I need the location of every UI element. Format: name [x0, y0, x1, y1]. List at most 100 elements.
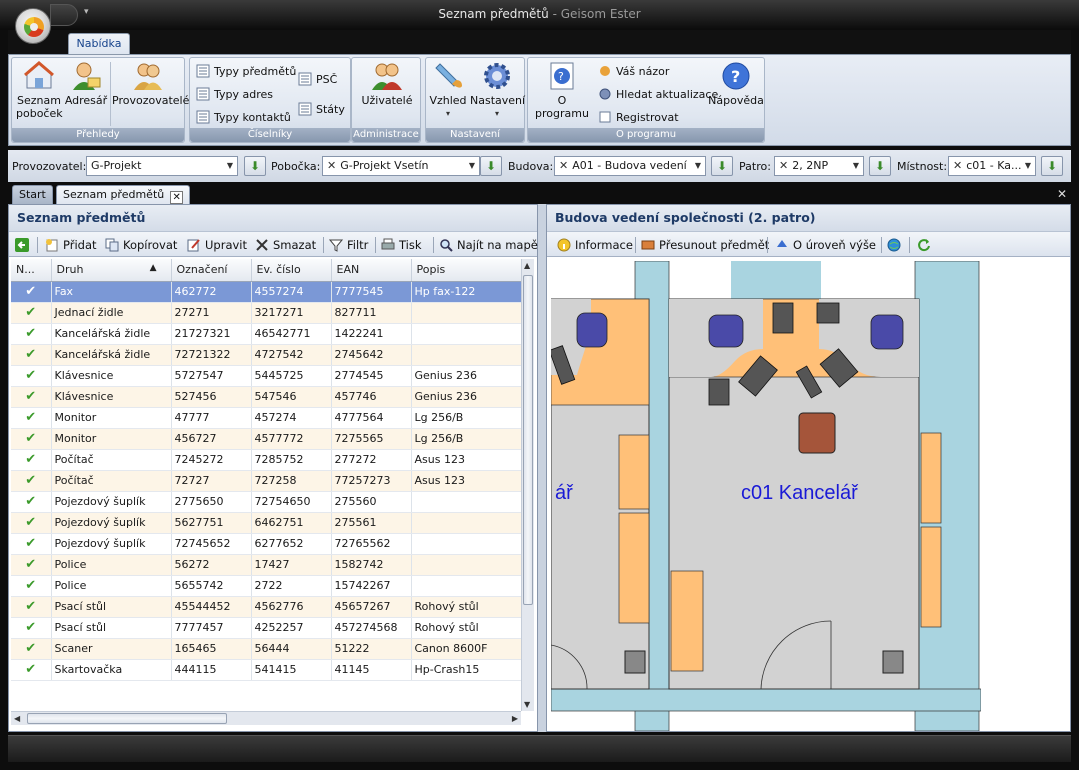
scroll-thumb[interactable]	[523, 275, 533, 605]
table-row[interactable]: ✔ Jednací židle 27271 3217271 827711	[11, 302, 522, 324]
chevron-down-icon[interactable]: ▼	[223, 157, 237, 175]
table-row[interactable]: ✔ Monitor 47777 457274 4777564 Lg 256/B	[11, 407, 522, 429]
table-row[interactable]: ✔ Fax 462772 4557274 7777545 Hp fax-122	[11, 281, 522, 303]
provozovatel-apply-button[interactable]: ⬇	[244, 156, 266, 176]
table-row[interactable]: ✔ Psací stůl 7777457 4252257 457274568 Rohový…	[11, 617, 522, 639]
close-icon[interactable]: ✕	[1057, 187, 1067, 201]
globe-button[interactable]	[887, 236, 905, 254]
vertical-scrollbar[interactable]: ▲ ▼	[521, 259, 534, 711]
table-row[interactable]: ✔ Police 56272 17427 1582742	[11, 554, 522, 576]
typy-predmetu-button[interactable]: Typy předmětů	[196, 63, 296, 81]
budova-combo[interactable]: ✕ A01 - Budova vedení ... ▼	[554, 156, 706, 176]
vzhled-button[interactable]: Vzhled ▾	[428, 60, 468, 120]
mistnost-apply-button[interactable]: ⬇	[1041, 156, 1063, 176]
horizontal-scrollbar[interactable]: ◀ ▶	[11, 711, 521, 725]
table-row[interactable]: ✔ Police 5655742 2722 15742267	[11, 575, 522, 597]
column-header[interactable]: Označení	[171, 259, 252, 282]
o-programu-button[interactable]: ? O programu	[530, 60, 594, 120]
chevron-down-icon[interactable]: ▼	[1021, 157, 1035, 175]
toolbar-separator	[323, 237, 324, 253]
clear-icon[interactable]: ✕	[779, 159, 788, 172]
o-uroven-vyse-button[interactable]: O úroveň výše	[775, 236, 876, 254]
table-cell: Pojezdový šuplík	[51, 512, 172, 534]
typy-adres-button[interactable]: Typy adres	[196, 86, 273, 104]
napoveda-button[interactable]: ? Nápověda	[708, 60, 764, 107]
presunout-predmet-button[interactable]: Přesunout předmět	[641, 236, 769, 254]
pobocka-apply-button[interactable]: ⬇	[480, 156, 502, 176]
filtr-button[interactable]: Filtr	[329, 236, 368, 254]
checkmark-icon: ✔	[11, 596, 52, 618]
scroll-right-icon[interactable]: ▶	[512, 714, 518, 723]
provozovatele-label: Provozovatelé	[112, 94, 190, 107]
table-cell: Fax	[51, 281, 172, 303]
tisk-button[interactable]: Tisk	[381, 236, 422, 254]
scroll-up-icon[interactable]: ▲	[524, 261, 530, 270]
table-row[interactable]: ✔ Monitor 456727 4577772 7275565 Lg 256/B	[11, 428, 522, 450]
pridat-button[interactable]: Přidat	[45, 236, 97, 254]
refresh-button[interactable]	[917, 236, 935, 254]
uzivatele-button[interactable]: Uživatelé	[358, 60, 416, 107]
close-tab-icon[interactable]: ✕	[170, 191, 184, 204]
scroll-left-icon[interactable]: ◀	[14, 714, 20, 723]
application-menu-button[interactable]	[15, 8, 51, 44]
nastaveni-button[interactable]: Nastavení ▾	[470, 60, 525, 120]
table-cell: 444115	[171, 659, 252, 681]
budova-value: A01 - Budova vedení ...	[572, 159, 701, 172]
table-row[interactable]: ✔ Pojezdový šuplík 2775650 72754650 275560	[11, 491, 522, 513]
column-header[interactable]: EAN	[331, 259, 412, 282]
seznam-pobocek-button[interactable]: Seznam poboček	[16, 60, 63, 120]
provozovatel-combo[interactable]: G-Projekt ▼	[86, 156, 238, 176]
table-row[interactable]: ✔ Pojezdový šuplík 72745652 6277652 72765562	[11, 533, 522, 555]
informace-button[interactable]: Informace	[557, 236, 633, 254]
table-row[interactable]: ✔ Klávesnice 527456 547546 457746 Genius 236	[11, 386, 522, 408]
smazat-button[interactable]: Smazat	[255, 236, 316, 254]
scroll-down-icon[interactable]: ▼	[524, 700, 530, 709]
chevron-down-icon[interactable]: ▼	[691, 157, 705, 175]
provozovatele-button[interactable]: Provozovatelé	[112, 60, 189, 107]
tab-nabidka[interactable]: Nabídka	[68, 33, 130, 55]
adresar-button[interactable]: Adresář	[64, 60, 108, 107]
registrovat-button[interactable]: Registrovat	[598, 109, 679, 127]
clear-icon[interactable]: ✕	[559, 159, 568, 172]
column-header[interactable]: Druh ▲	[51, 259, 172, 282]
patro-combo[interactable]: ✕ 2, 2NP ▼	[774, 156, 864, 176]
vas-nazor-button[interactable]: Váš názor	[598, 63, 669, 81]
table-row[interactable]: ✔ Skartovačka 444115 541415 41145 Hp-Crash15	[11, 659, 522, 681]
clear-icon[interactable]: ✕	[327, 159, 336, 172]
floor-plan-canvas[interactable]: c01 Kancelář ář	[551, 261, 981, 731]
back-button[interactable]	[15, 236, 33, 254]
column-header[interactable]: N...	[11, 259, 52, 282]
tab-seznam-predmetu[interactable]: Seznam předmětů ✕	[56, 185, 191, 204]
scroll-thumb[interactable]	[27, 713, 227, 724]
checkmark-icon: ✔	[11, 617, 52, 639]
table-row[interactable]: ✔ Počítač 72727 727258 77257273 Asus 123	[11, 470, 522, 492]
psc-button[interactable]: PSČ	[298, 71, 337, 89]
upravit-button[interactable]: Upravit	[187, 236, 247, 254]
chevron-down-icon[interactable]: ▼	[465, 157, 479, 175]
panel-splitter[interactable]	[538, 204, 546, 732]
chevron-down-icon[interactable]: ▼	[849, 157, 863, 175]
typy-kontaktu-button[interactable]: Typy kontaktů	[196, 109, 291, 127]
najit-na-mape-button[interactable]: Najít na mapě	[439, 236, 538, 254]
table-row[interactable]: ✔ Počítač 7245272 7285752 277272 Asus 123	[11, 449, 522, 471]
list-icon	[196, 64, 210, 78]
table-row[interactable]: ✔ Pojezdový šuplík 5627751 6462751 275561	[11, 512, 522, 534]
table-row[interactable]: ✔ Scaner 165465 56444 51222 Canon 8600F	[11, 638, 522, 660]
table-row[interactable]: ✔ Kancelářská židle 72721322 4727542 2745642	[11, 344, 522, 366]
column-header[interactable]: Popis	[411, 259, 522, 282]
budova-apply-button[interactable]: ⬇	[711, 156, 733, 176]
hledat-aktualizace-button[interactable]: Hledat aktualizace	[598, 86, 718, 104]
column-header[interactable]: Ev. číslo	[251, 259, 332, 282]
clear-icon[interactable]: ✕	[953, 159, 962, 172]
pobocka-combo[interactable]: ✕ G-Projekt Vsetín ▼	[322, 156, 480, 176]
tab-start[interactable]: Start	[12, 185, 53, 204]
patro-apply-button[interactable]: ⬇	[869, 156, 891, 176]
table-row[interactable]: ✔ Psací stůl 45544452 4562776 45657267 Rohový…	[11, 596, 522, 618]
table-row[interactable]: ✔ Klávesnice 5727547 5445725 2774545 Genius 2…	[11, 365, 522, 387]
filtr-label: Filtr	[347, 238, 369, 252]
table-row[interactable]: ✔ Kancelářská židle 21727321 46542771 142224…	[11, 323, 522, 345]
checkmark-icon: ✔	[11, 638, 52, 660]
kopirovat-button[interactable]: Kopírovat	[105, 236, 177, 254]
staty-button[interactable]: Státy	[298, 101, 345, 119]
mistnost-combo[interactable]: ✕ c01 - Ka... ▼	[948, 156, 1036, 176]
